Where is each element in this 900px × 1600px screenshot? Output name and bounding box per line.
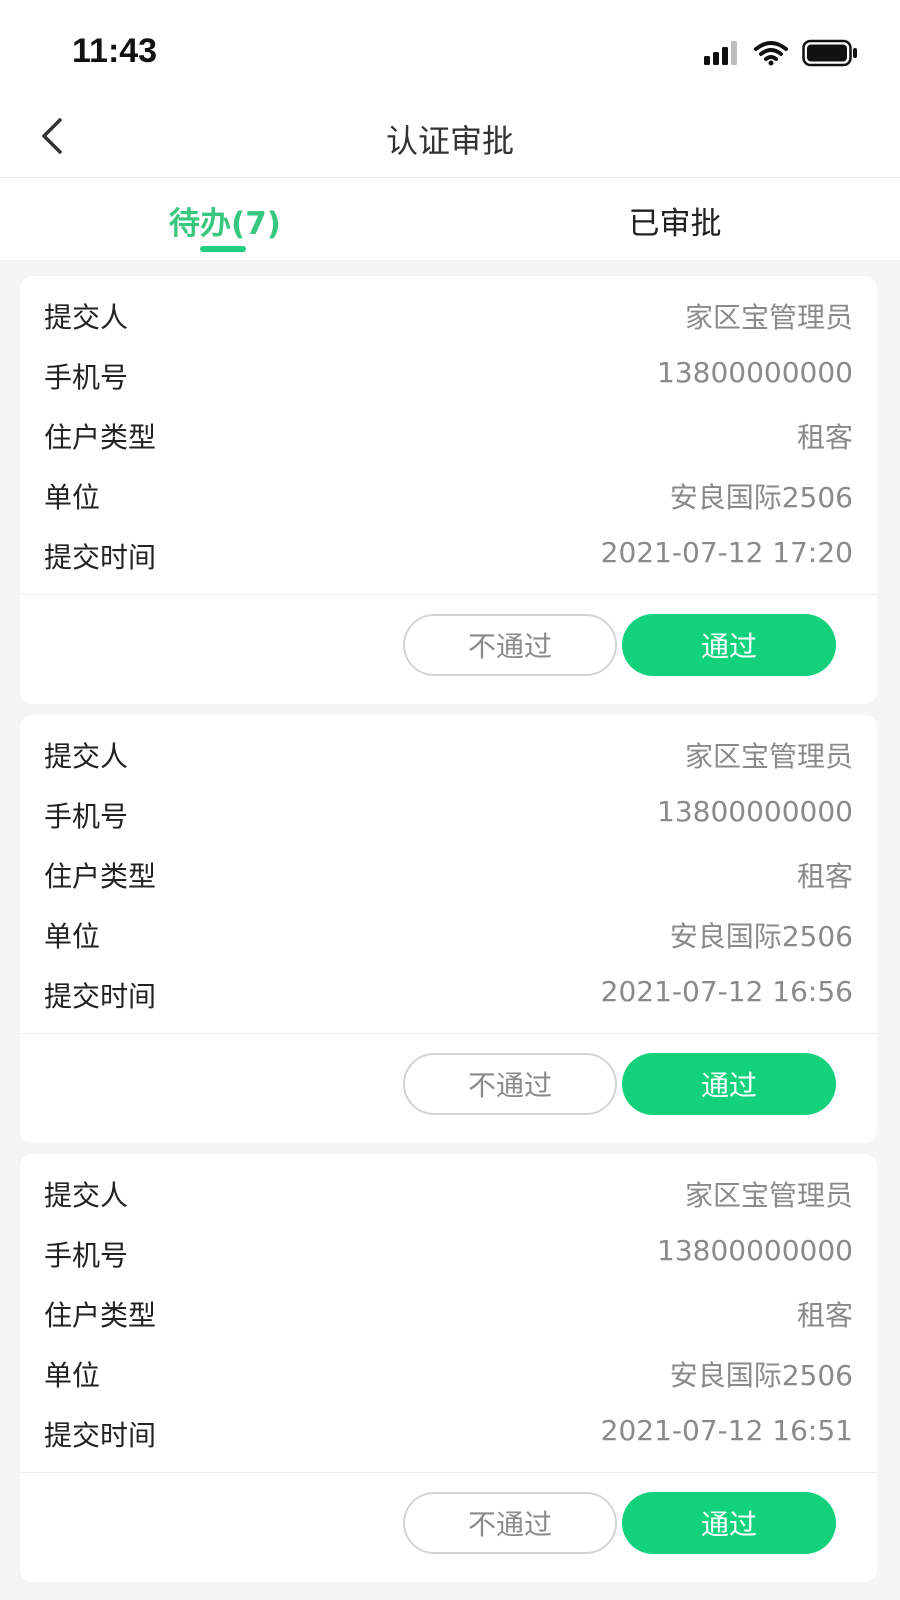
approval-card: 提交人 家区宝管理员 手机号 13800000000 住户类型 租客 单位 安良…: [20, 1154, 877, 1582]
field-value: 家区宝管理员: [684, 301, 853, 334]
status-time: 11:43: [72, 32, 158, 70]
field-value: 租客: [796, 421, 853, 454]
approve-button[interactable]: 通过: [622, 614, 836, 676]
field-label: 住户类型: [44, 421, 157, 454]
approval-card: 提交人 家区宝管理员 手机号 13800000000 住户类型 租客 单位 安良…: [20, 715, 877, 1143]
field-value: 13800000000: [657, 795, 853, 828]
field-resident-type: 住户类型 租客: [44, 416, 853, 456]
field-label: 住户类型: [44, 860, 157, 893]
field-resident-type: 住户类型 租客: [44, 1294, 853, 1334]
tab-pending[interactable]: 待办(7): [0, 178, 450, 260]
field-submitter: 提交人 家区宝管理员: [44, 735, 853, 775]
field-label: 提交人: [44, 740, 129, 773]
field-submit-time: 提交时间 2021-07-12 17:20: [44, 536, 853, 576]
field-label: 提交人: [44, 301, 129, 334]
field-label: 提交人: [44, 1179, 129, 1212]
field-value: 家区宝管理员: [684, 740, 853, 773]
field-submit-time: 提交时间 2021-07-12 16:56: [44, 975, 853, 1015]
field-value: 13800000000: [657, 356, 853, 389]
tab-pending-label: 待办(7): [169, 206, 281, 242]
reject-button[interactable]: 不通过: [403, 614, 617, 676]
field-value: 安良国际2506: [669, 1359, 853, 1392]
tab-approved-label: 已审批: [628, 206, 722, 242]
field-value: 安良国际2506: [669, 481, 853, 514]
page-title: 认证审批: [385, 122, 514, 160]
field-value: 租客: [796, 860, 853, 893]
field-resident-type: 住户类型 租客: [44, 855, 853, 895]
field-value: 2021-07-12 16:56: [600, 975, 853, 1008]
field-label: 手机号: [44, 361, 129, 394]
field-label: 单位: [44, 920, 101, 953]
field-phone: 手机号 13800000000: [44, 795, 853, 835]
field-value: 2021-07-12 16:51: [600, 1414, 853, 1447]
field-unit: 单位 安良国际2506: [44, 915, 853, 955]
field-phone: 手机号 13800000000: [44, 356, 853, 396]
field-label: 手机号: [44, 800, 129, 833]
reject-button[interactable]: 不通过: [403, 1053, 617, 1115]
wifi-icon: [754, 41, 788, 66]
approval-card: 提交人 家区宝管理员 手机号 13800000000 住户类型 租客 单位 安良…: [20, 276, 877, 704]
approve-button[interactable]: 通过: [622, 1492, 836, 1554]
field-label: 提交时间: [44, 980, 157, 1013]
reject-button[interactable]: 不通过: [403, 1492, 617, 1554]
field-label: 提交时间: [44, 541, 157, 574]
nav-bar: 认证审批: [0, 100, 900, 178]
field-unit: 单位 安良国际2506: [44, 1354, 853, 1394]
tab-bar: 待办(7) 已审批: [0, 178, 900, 260]
field-unit: 单位 安良国际2506: [44, 476, 853, 516]
field-label: 单位: [44, 481, 101, 514]
field-submitter: 提交人 家区宝管理员: [44, 296, 853, 336]
field-value: 安良国际2506: [669, 920, 853, 953]
field-value: 2021-07-12 17:20: [600, 536, 853, 569]
battery-icon: [802, 39, 857, 67]
field-label: 手机号: [44, 1239, 129, 1272]
card-divider: [20, 594, 877, 595]
cellular-signal-icon: [704, 41, 737, 65]
status-icons: [704, 38, 858, 68]
field-label: 提交时间: [44, 1419, 157, 1452]
approve-button[interactable]: 通过: [622, 1053, 836, 1115]
field-label: 单位: [44, 1359, 101, 1392]
field-value: 租客: [796, 1299, 853, 1332]
field-submit-time: 提交时间 2021-07-12 16:51: [44, 1414, 853, 1454]
tab-approved[interactable]: 已审批: [450, 178, 900, 260]
status-bar: 11:43: [0, 0, 900, 100]
field-value: 家区宝管理员: [684, 1179, 853, 1212]
card-divider: [20, 1472, 877, 1473]
field-submitter: 提交人 家区宝管理员: [44, 1174, 853, 1214]
field-phone: 手机号 13800000000: [44, 1234, 853, 1274]
field-label: 住户类型: [44, 1299, 157, 1332]
card-divider: [20, 1033, 877, 1034]
field-value: 13800000000: [657, 1234, 853, 1267]
tab-active-indicator: [200, 246, 246, 252]
